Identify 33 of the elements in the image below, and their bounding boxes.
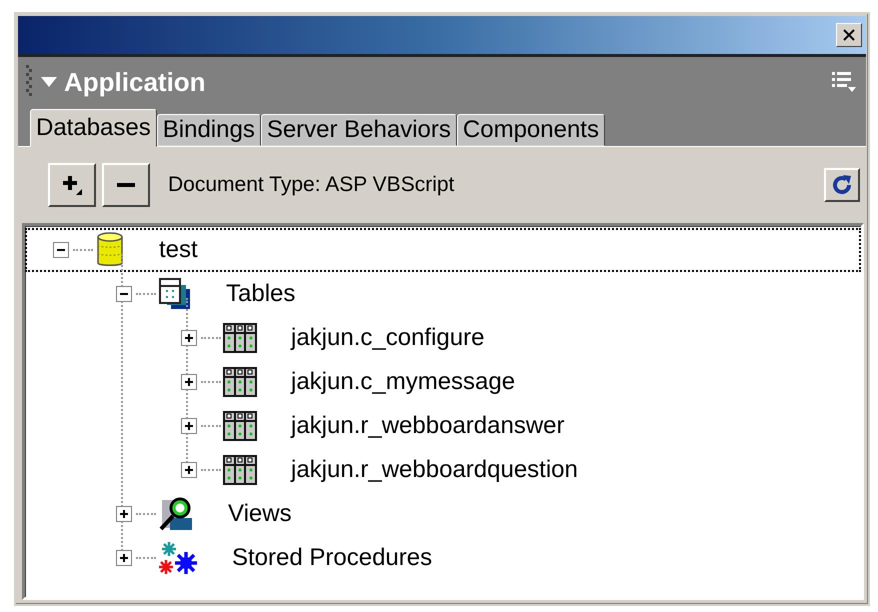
remove-button[interactable] <box>102 163 150 207</box>
plus-icon <box>61 174 83 196</box>
table-icon <box>223 367 257 397</box>
tree-item[interactable]: Stored Procedures <box>110 536 861 580</box>
tab[interactable]: Server Behaviors <box>260 114 457 146</box>
tree-item[interactable]: jakjun.r_webboardanswer <box>175 404 861 448</box>
close-icon <box>842 28 856 42</box>
panel-title[interactable]: Application <box>40 66 206 98</box>
tables-icon <box>158 277 192 311</box>
minus-icon <box>117 183 135 187</box>
close-button[interactable] <box>836 23 862 47</box>
grip-icon <box>26 65 32 99</box>
database-icon <box>95 231 125 269</box>
list-menu-icon <box>832 71 856 93</box>
refresh-button[interactable] <box>824 168 860 202</box>
options-menu-button[interactable] <box>832 71 856 93</box>
table-icon <box>223 323 257 353</box>
tab[interactable]: Databases <box>30 109 157 147</box>
add-button[interactable] <box>48 163 96 207</box>
tree-item[interactable]: test <box>25 228 861 272</box>
table-icon <box>223 411 257 441</box>
document-type-label: Document Type: ASP VBScript <box>168 173 454 197</box>
tab[interactable]: Components <box>456 114 605 146</box>
tree-item[interactable]: Tables <box>110 272 861 316</box>
tab[interactable]: Bindings <box>156 114 261 146</box>
table-icon <box>223 455 257 485</box>
gears-icon <box>158 540 198 576</box>
magnifier-icon <box>158 496 194 532</box>
tree-item[interactable]: jakjun.c_mymessage <box>175 360 861 404</box>
tree-item[interactable]: jakjun.r_webboardquestion <box>175 448 861 492</box>
tree-item[interactable]: jakjun.c_configure <box>175 316 861 360</box>
tree-item[interactable]: Views <box>110 492 861 536</box>
refresh-icon <box>830 173 854 197</box>
